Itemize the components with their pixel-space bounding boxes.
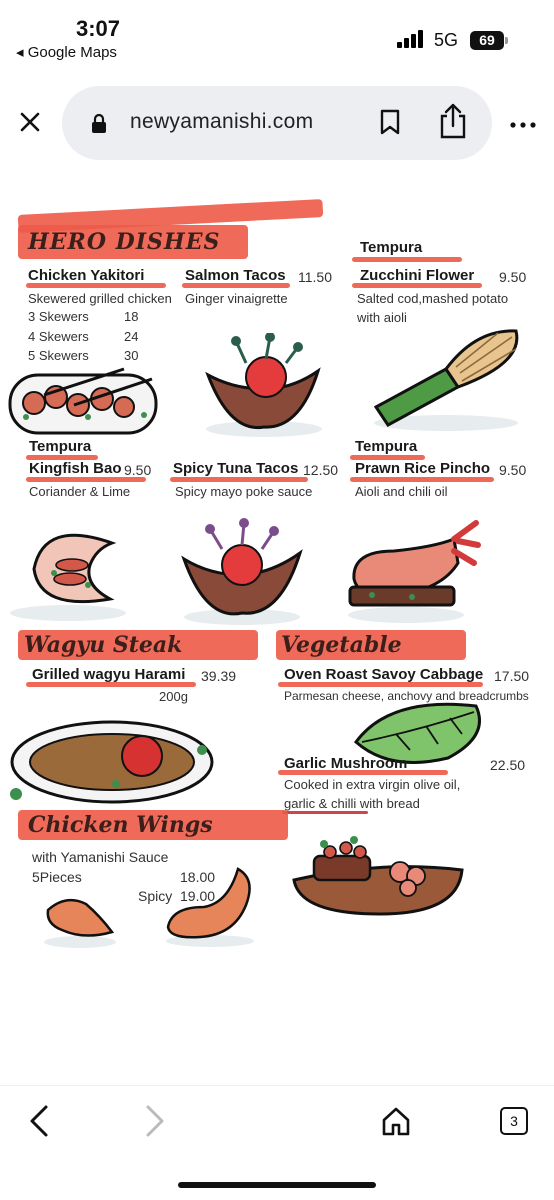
close-icon[interactable] <box>16 108 44 136</box>
lock-icon <box>90 113 108 140</box>
back-arrow-icon[interactable] <box>28 1104 50 1143</box>
item-price: 22.50 <box>490 757 526 773</box>
kingfish-bao-illustration <box>10 533 126 621</box>
item-name: Chicken Yakitori <box>28 267 145 284</box>
item-name: Kingfish Bao <box>29 460 122 477</box>
more-options-icon[interactable] <box>510 116 536 134</box>
chicken-wing-illustration <box>44 898 116 948</box>
browser-bottom-bar: 3 <box>0 1085 554 1200</box>
home-icon[interactable] <box>381 1106 411 1141</box>
menu-page: HERO DISHES Chicken Yakitori Skewered gr… <box>0 185 554 1065</box>
option-label: 5 Skewers <box>28 348 89 363</box>
battery-level: 69 <box>470 31 504 50</box>
section-title-vegetable: Vegetable <box>281 632 402 658</box>
home-indicator[interactable] <box>178 1182 376 1188</box>
option-price: 18 <box>124 309 139 324</box>
section-title-wagyu: Wagyu Steak <box>24 632 183 658</box>
item-price: 39.39 <box>201 668 237 684</box>
item-desc: Coriander & Lime <box>29 484 131 499</box>
spicy-tuna-tacos-illustration <box>181 518 303 625</box>
item-desc: Skewered grilled chicken <box>28 291 172 306</box>
bookmark-icon[interactable] <box>378 108 402 141</box>
item-name: Prawn Rice Pincho <box>355 460 491 477</box>
option-price: 30 <box>124 348 139 363</box>
yakitori-illustration <box>8 367 158 435</box>
item-price: 9.50 <box>499 269 527 285</box>
item-desc: Cooked in extra virgin olive oil, <box>284 777 461 792</box>
item-prefix: Tempura <box>355 438 418 455</box>
item-price: 9.50 <box>124 462 152 478</box>
item-price: 17.50 <box>494 668 530 684</box>
item-name: Salmon Tacos <box>185 267 286 284</box>
item-desc: Spicy mayo poke sauce <box>175 484 313 499</box>
hero-title: HERO DISHES <box>28 229 221 255</box>
signal-icon <box>397 30 427 48</box>
item-name: Grilled wagyu Harami <box>32 666 186 683</box>
status-bar: 3:07 ◂ Google Maps 5G 69 <box>0 0 554 70</box>
garlic-mushroom-illustration <box>292 836 464 916</box>
item-desc: with Yamanishi Sauce <box>32 849 169 865</box>
section-title-wings: Chicken Wings <box>28 812 213 838</box>
item-desc: Ginger vinaigrette <box>185 291 288 306</box>
underline <box>352 257 462 262</box>
item-desc: Aioli and chili oil <box>355 484 448 499</box>
underline <box>282 811 368 814</box>
item-pieces: 5Pieces <box>32 869 82 885</box>
clock: 3:07 <box>76 16 121 41</box>
item-prefix: Tempura <box>360 239 423 256</box>
url-text[interactable]: newyamanishi.com <box>130 110 313 134</box>
network-type: 5G <box>434 30 459 50</box>
option-price: 24 <box>124 329 139 344</box>
option-label: 4 Skewers <box>28 329 89 344</box>
salmon-tacos-illustration <box>205 333 322 437</box>
back-to-app-link[interactable]: ◂ Google Maps <box>16 43 117 61</box>
browser-toolbar: newyamanishi.com <box>0 80 554 170</box>
item-name: Spicy Tuna Tacos <box>173 460 299 477</box>
item-weight: 200g <box>159 689 188 704</box>
item-name: Garlic Mushroom <box>284 755 408 772</box>
address-bar[interactable]: newyamanishi.com <box>62 86 492 160</box>
forward-arrow-icon[interactable] <box>144 1104 166 1143</box>
item-name: Zucchini Flower <box>360 267 475 284</box>
item-price: 11.50 <box>298 269 332 285</box>
item-price: 12.50 <box>303 462 339 478</box>
item-prefix: Tempura <box>29 438 92 455</box>
option-label: 3 Skewers <box>28 309 89 324</box>
prawn-rice-pincho-illustration <box>348 520 481 623</box>
item-price: 9.50 <box>499 462 527 478</box>
share-icon[interactable] <box>438 102 468 145</box>
battery-icon: 69 <box>470 31 508 50</box>
wagyu-plate-illustration <box>10 720 214 804</box>
zucchini-flower-illustration <box>373 329 519 431</box>
item-desc: Salted cod,mashed potato <box>357 291 509 306</box>
tabs-button[interactable]: 3 <box>500 1107 528 1135</box>
item-name: Oven Roast Savoy Cabbage <box>284 666 484 683</box>
spicy-wing-illustration <box>166 867 254 947</box>
